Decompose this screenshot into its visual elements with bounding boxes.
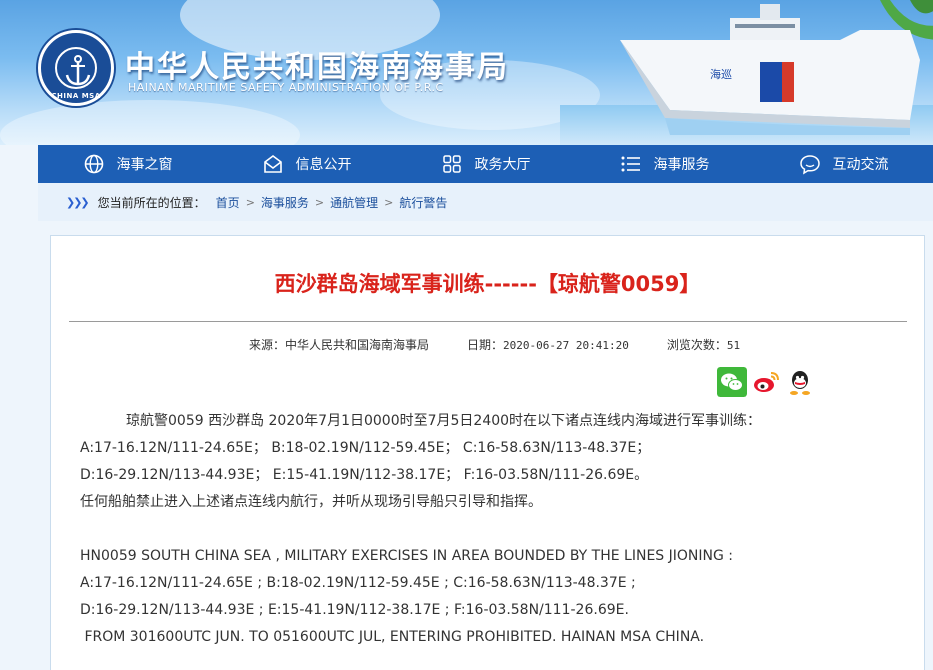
nav-label: 政务大厅 xyxy=(474,157,531,173)
breadcrumb: ❯❯❯ 您当前所在的位置： 首页 > 海事服务 > 通航管理 > 航行警告 xyxy=(38,183,933,221)
nav-item-hall[interactable]: 政务大厅 xyxy=(396,145,575,183)
breadcrumb-warnings[interactable]: 航行警告 xyxy=(399,194,447,211)
breadcrumb-services[interactable]: 海事服务 xyxy=(261,194,309,211)
ship-illustration: 海巡 xyxy=(620,0,933,135)
meta-views: 浏览次数：51 xyxy=(667,336,740,353)
body-paragraph: A:17-16.12N/111-24.65E ; B:18-02.19N/112… xyxy=(80,575,636,591)
body-paragraph: D:16-29.12N/113-44.93E ; E:15-41.19N/112… xyxy=(80,602,629,618)
nav-label: 互动交流 xyxy=(832,157,889,173)
article-meta: 来源：中华人民共和国海南海事局 日期：2020-06-27 20:41:20 浏… xyxy=(249,336,740,353)
breadcrumb-navigation[interactable]: 通航管理 xyxy=(330,194,378,211)
article-title: 西沙群岛海域军事训练------【琼航警0059】 xyxy=(274,272,701,296)
globe-icon xyxy=(84,154,103,174)
chat-icon xyxy=(799,155,820,175)
body-paragraph: HN0059 SOUTH CHINA SEA , MILITARY EXERCI… xyxy=(80,548,734,564)
nav-label: 信息公开 xyxy=(295,157,352,173)
nav-item-interaction[interactable]: 互动交流 xyxy=(754,145,933,183)
logo-inner-ring xyxy=(55,47,97,89)
envelope-icon xyxy=(263,155,282,173)
meta-date: 日期：2020-06-27 20:41:20 xyxy=(467,336,629,353)
views-label: 浏览次数： xyxy=(666,338,727,352)
site-title[interactable]: 中华人民共和国海南海事局 xyxy=(125,42,509,86)
qq-icon[interactable] xyxy=(785,367,815,397)
share-buttons xyxy=(717,367,815,397)
article-panel: 西沙群岛海域军事训练------【琼航警0059】 来源：中华人民共和国海南海事… xyxy=(50,235,925,670)
meta-source: 来源：中华人民共和国海南海事局 xyxy=(249,336,429,353)
list-icon xyxy=(621,156,640,172)
source-value: 中华人民共和国海南海事局 xyxy=(285,338,430,352)
nav-item-window[interactable]: 海事之窗 xyxy=(38,145,217,183)
body-paragraph: A:17-16.12N/111-24.65E； B:18-02.19N/112-… xyxy=(80,440,651,456)
nav-item-services[interactable]: 海事服务 xyxy=(575,145,754,183)
wechat-icon[interactable] xyxy=(717,367,747,397)
source-label: 来源： xyxy=(249,338,286,352)
breadcrumb-home[interactable]: 首页 xyxy=(216,194,240,211)
nav-label: 海事之窗 xyxy=(116,157,173,173)
nav-label: 海事服务 xyxy=(653,157,710,173)
date-label: 日期： xyxy=(467,338,504,352)
logo-text: CHINA MSA xyxy=(51,92,101,100)
breadcrumb-arrow-icon: ❯❯❯ xyxy=(66,195,90,209)
body-paragraph: D:16-29.12N/113-44.93E； E:15-41.19N/112-… xyxy=(80,467,649,483)
grid-icon xyxy=(442,155,461,173)
chevron-right-icon: > xyxy=(314,195,325,209)
breadcrumb-label: 您当前所在的位置： xyxy=(97,195,206,210)
body-paragraph: FROM 301600UTC JUN. TO 051600UTC JUL, EN… xyxy=(80,629,705,645)
site-subtitle: HAINAN MARITIME SAFETY ADMINISTRATION OF… xyxy=(128,81,444,94)
title-divider xyxy=(69,321,907,322)
views-value: 51 xyxy=(726,339,741,352)
anchor-icon xyxy=(65,55,91,86)
chevron-right-icon: > xyxy=(384,195,394,209)
nav-item-info[interactable]: 信息公开 xyxy=(217,145,396,183)
article-body: 琼航警0059 西沙群岛 2020年7月1日0000时至7月5日2400时在以下… xyxy=(80,408,900,651)
body-paragraph: 琼航警0059 西沙群岛 2020年7月1日0000时至7月5日2400时在以下… xyxy=(126,413,762,429)
svg-text:海巡: 海巡 xyxy=(710,67,732,81)
date-value: 2020-06-27 20:41:20 xyxy=(503,339,629,352)
msa-logo[interactable]: CHINA MSA xyxy=(38,30,114,106)
body-paragraph: 任何船舶禁止进入上述诸点连线内航行，并听从现场引导船只引导和指挥。 xyxy=(80,494,542,510)
main-nav: 海事之窗 信息公开 政务大厅 海事服务 互动交流 xyxy=(38,145,933,183)
weibo-icon[interactable] xyxy=(751,367,781,397)
header-banner: 海巡 CHINA MSA 中华人民共和国海南海事局 HAINAN MARITIM… xyxy=(0,0,933,145)
cloud-decoration xyxy=(0,100,300,145)
chevron-right-icon: > xyxy=(245,195,255,209)
